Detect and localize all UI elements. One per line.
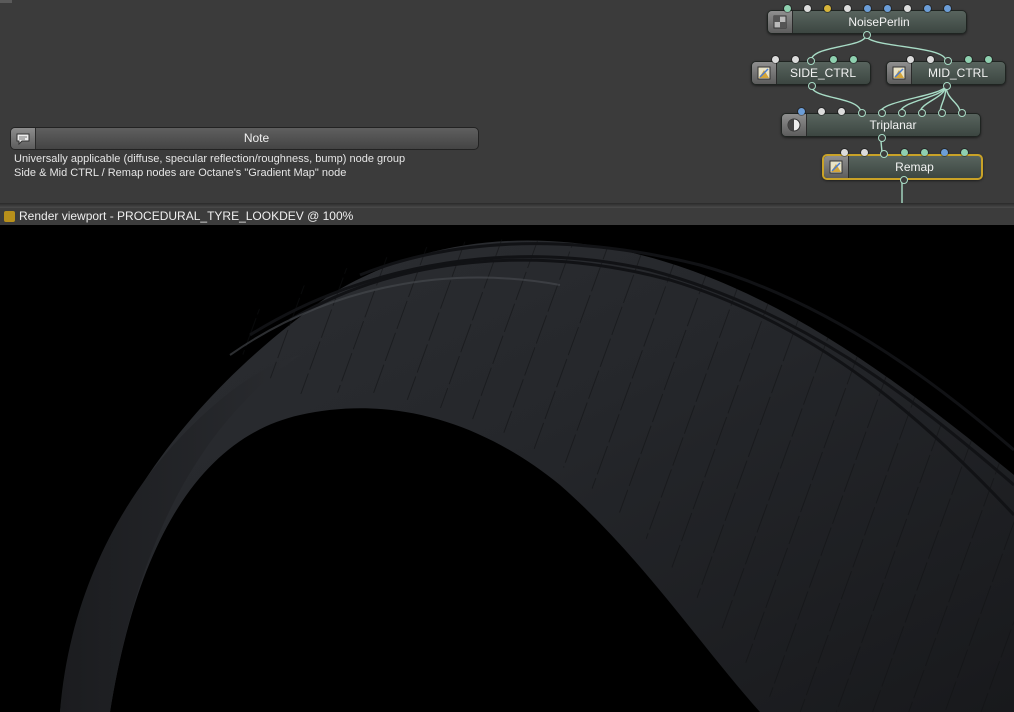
output-pin[interactable] <box>808 82 816 90</box>
input-pin[interactable] <box>904 5 911 12</box>
input-pin-connected[interactable] <box>807 57 815 65</box>
input-pin[interactable] <box>784 5 791 12</box>
input-pin[interactable] <box>850 56 857 63</box>
input-pin[interactable] <box>772 56 779 63</box>
input-pin[interactable] <box>841 149 848 156</box>
gradient-map-icon <box>887 62 912 84</box>
node-mid-ctrl[interactable]: MID_CTRL <box>886 56 1006 90</box>
input-pin-connected[interactable] <box>880 150 888 158</box>
node-side-ctrl[interactable]: SIDE_CTRL <box>751 56 871 90</box>
note-line: Universally applicable (diffuse, specula… <box>14 153 406 165</box>
input-pin[interactable] <box>944 5 951 12</box>
input-pin-connected[interactable] <box>858 109 866 117</box>
input-pin[interactable] <box>921 149 928 156</box>
node-graph-editor[interactable]: NoisePerlin SIDE_CTRL MID_CTRL Triplanar… <box>0 0 1014 204</box>
input-pin[interactable] <box>798 108 805 115</box>
input-pin[interactable] <box>824 5 831 12</box>
node-title: Triplanar <box>869 118 917 132</box>
input-pin-connected[interactable] <box>958 109 966 117</box>
note-body[interactable]: Universally applicable (diffuse, specula… <box>14 153 405 180</box>
input-pin[interactable] <box>901 149 908 156</box>
input-pin-connected[interactable] <box>918 109 926 117</box>
node-title: SIDE_CTRL <box>789 66 857 80</box>
viewport-header: Render viewport - PROCEDURAL_TYRE_LOOKDE… <box>0 208 1014 225</box>
input-pin-connected[interactable] <box>878 109 886 117</box>
input-pin-connected[interactable] <box>938 109 946 117</box>
output-pin[interactable] <box>878 134 886 142</box>
input-pin[interactable] <box>961 149 968 156</box>
output-pin[interactable] <box>863 31 871 39</box>
input-pin[interactable] <box>864 5 871 12</box>
output-pin[interactable] <box>900 176 908 184</box>
input-pin[interactable] <box>861 149 868 156</box>
node-title: NoisePerlin <box>848 15 910 29</box>
note-node[interactable]: Note <box>10 127 479 150</box>
render-viewport[interactable] <box>0 225 1014 712</box>
node-title: MID_CTRL <box>927 66 988 80</box>
input-pin[interactable] <box>792 56 799 63</box>
input-pin[interactable] <box>927 56 934 63</box>
input-pin[interactable] <box>985 56 992 63</box>
tyre-render-image <box>60 239 1014 712</box>
input-pin[interactable] <box>818 108 825 115</box>
input-pin[interactable] <box>844 5 851 12</box>
input-pin[interactable] <box>804 5 811 12</box>
node-noiseperlin[interactable]: NoisePerlin <box>767 5 967 39</box>
input-pin[interactable] <box>884 5 891 12</box>
node-remap[interactable]: Remap <box>822 149 983 184</box>
note-line: Side & Mid CTRL / Remap nodes are Octane… <box>14 166 347 179</box>
speech-bubble-icon <box>11 128 36 149</box>
viewport-title: Render viewport - PROCEDURAL_TYRE_LOOKDE… <box>19 209 354 223</box>
node-title: Remap <box>895 160 934 174</box>
input-pin[interactable] <box>941 149 948 156</box>
output-pin[interactable] <box>943 82 951 90</box>
node-triplanar[interactable]: Triplanar <box>781 108 981 142</box>
input-pin-connected[interactable] <box>898 109 906 117</box>
gradient-map-icon <box>824 156 849 178</box>
input-pin[interactable] <box>924 5 931 12</box>
viewport-color-badge-icon <box>4 211 15 222</box>
input-pin[interactable] <box>965 56 972 63</box>
input-pin-connected[interactable] <box>944 57 952 65</box>
input-pin[interactable] <box>838 108 845 115</box>
input-pin[interactable] <box>907 56 914 63</box>
input-pin[interactable] <box>830 56 837 63</box>
gradient-map-icon <box>752 62 777 84</box>
texture-checker-icon <box>768 11 793 33</box>
graph-corner-handle <box>0 0 12 3</box>
sphere-projection-icon <box>782 114 807 136</box>
note-title: Note <box>243 131 270 145</box>
